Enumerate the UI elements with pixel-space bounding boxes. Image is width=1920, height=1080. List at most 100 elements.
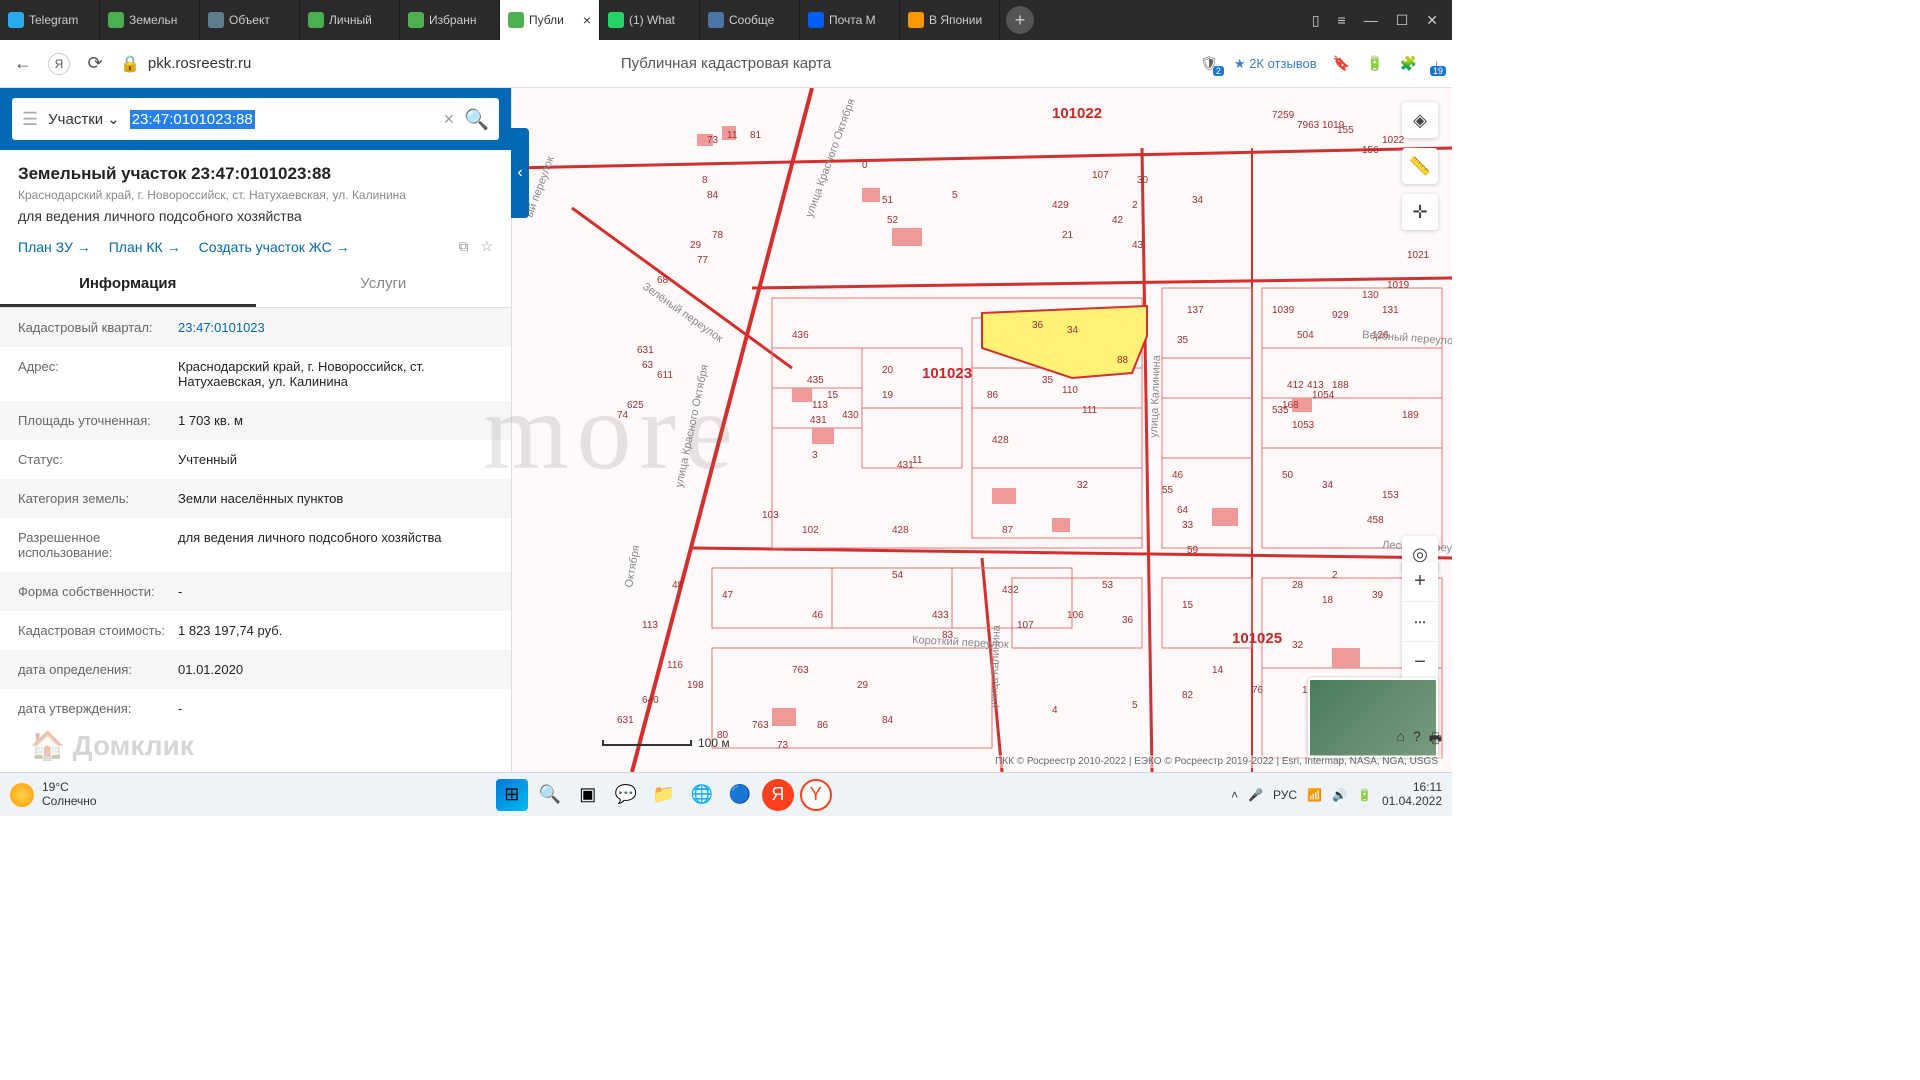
reload-icon[interactable]: ⟳ xyxy=(84,53,106,75)
plan-kk-link[interactable]: План КК → xyxy=(109,239,181,255)
clear-search-icon[interactable]: × xyxy=(444,109,455,130)
browser-tab[interactable]: Личный xyxy=(300,0,400,40)
extension-icon[interactable]: 🧩 xyxy=(1400,55,1417,72)
svg-text:73: 73 xyxy=(707,135,719,146)
info-key: Разрешенное использование: xyxy=(18,530,178,560)
lang-indicator[interactable]: РУС xyxy=(1273,788,1297,802)
shield-icon[interactable]: 🛡 xyxy=(1200,55,1218,72)
start-icon[interactable]: ⊞ xyxy=(496,779,528,811)
menu-icon[interactable]: ≡ xyxy=(1338,12,1346,28)
info-key: Адрес: xyxy=(18,359,178,389)
page-title: Публичная кадастровая карта xyxy=(621,55,831,72)
copy-icon[interactable]: ⧉ xyxy=(458,238,468,255)
info-key: Кадастровая стоимость: xyxy=(18,623,178,638)
minimize-icon[interactable]: — xyxy=(1364,12,1378,28)
explorer-icon[interactable]: 📁 xyxy=(648,779,680,811)
info-key: дата утверждения: xyxy=(18,701,178,716)
tab-info[interactable]: Информация xyxy=(0,263,256,307)
wifi-icon[interactable]: 📶 xyxy=(1307,788,1322,802)
info-key: Площадь уточненная: xyxy=(18,413,178,428)
print-icon[interactable]: 🖶 xyxy=(1429,728,1442,752)
browser-tab[interactable]: Земельн xyxy=(100,0,200,40)
ruler-icon[interactable]: 📏 xyxy=(1402,148,1438,184)
plan-zu-link[interactable]: План ЗУ → xyxy=(18,239,91,255)
chrome-icon[interactable]: 🔵 xyxy=(724,779,756,811)
svg-text:87: 87 xyxy=(1002,525,1014,536)
weather-widget[interactable]: 19°CСолнечно xyxy=(10,781,97,807)
locate-icon[interactable]: ✛ xyxy=(1402,194,1438,230)
svg-text:15: 15 xyxy=(1182,600,1194,611)
svg-text:1019: 1019 xyxy=(1322,120,1345,131)
bookmark-icon[interactable]: 🔖 xyxy=(1333,55,1350,72)
info-val[interactable]: 23:47:0101023 xyxy=(178,320,493,335)
battery-tray-icon[interactable]: 🔋 xyxy=(1357,788,1372,802)
home-icon[interactable]: ⌂ xyxy=(1397,728,1405,752)
info-val: Учтенный xyxy=(178,452,493,467)
browser-tab[interactable]: (1) What xyxy=(600,0,700,40)
search-type-dropdown[interactable]: Участки ⌄ xyxy=(48,110,120,128)
svg-text:73: 73 xyxy=(777,740,789,751)
yandex-red-icon[interactable]: Я xyxy=(762,779,794,811)
clock[interactable]: 16:11 01.04.2022 xyxy=(1382,781,1442,807)
edge-icon[interactable]: 🌐 xyxy=(686,779,718,811)
chevron-up-icon[interactable]: ˄ xyxy=(1231,788,1238,802)
reviews-link[interactable]: ★ 2К отзывов xyxy=(1234,56,1317,72)
zoom-out-button[interactable]: − xyxy=(1402,642,1438,682)
help-icon[interactable]: ? xyxy=(1413,728,1421,752)
browser-tab[interactable]: Telegram xyxy=(0,0,100,40)
downloads-icon[interactable]: ↓ xyxy=(1433,56,1440,72)
collapse-sidebar-button[interactable]: ‹ xyxy=(511,128,529,218)
browser-tab[interactable]: Почта M xyxy=(800,0,900,40)
zoom-reset-button[interactable]: ⋯ xyxy=(1402,602,1438,642)
zoom-in-button[interactable]: + xyxy=(1402,562,1438,602)
cadastral-map[interactable]: 731181 82968 05152 58478 77435431 32019 … xyxy=(512,88,1452,772)
svg-text:111: 111 xyxy=(1082,405,1098,416)
browser-tab[interactable]: В Японии xyxy=(900,0,1000,40)
search-input[interactable]: 23:47:0101023:88 xyxy=(130,110,255,129)
svg-text:106: 106 xyxy=(1067,610,1084,621)
browser-tab[interactable]: Избранн xyxy=(400,0,500,40)
svg-text:130: 130 xyxy=(1362,290,1379,301)
yandex-icon[interactable]: Я xyxy=(48,53,70,75)
yandex-browser-icon[interactable]: Y xyxy=(800,779,832,811)
svg-text:39: 39 xyxy=(1372,590,1384,601)
back-icon[interactable]: ← xyxy=(12,53,34,75)
maximize-icon[interactable]: ☐ xyxy=(1396,12,1409,29)
svg-text:102: 102 xyxy=(802,525,819,536)
sidebar-toggle-icon[interactable]: ▯ xyxy=(1312,12,1320,29)
search-taskbar-icon[interactable]: 🔍 xyxy=(534,779,566,811)
svg-text:436: 436 xyxy=(792,330,809,341)
svg-text:101022: 101022 xyxy=(1052,105,1102,122)
browser-tab-active[interactable]: Публи× xyxy=(500,0,600,40)
parcel-address: Краснодарский край, г. Новороссийск, ст.… xyxy=(18,188,493,202)
favorite-icon[interactable]: ☆ xyxy=(480,238,493,255)
svg-text:84: 84 xyxy=(882,715,894,726)
volume-icon[interactable]: 🔊 xyxy=(1332,788,1347,802)
search-icon[interactable]: 🔍 xyxy=(464,107,489,132)
svg-text:188: 188 xyxy=(1332,380,1349,391)
browser-tab[interactable]: Объект xyxy=(200,0,300,40)
mic-icon[interactable]: 🎤 xyxy=(1248,788,1263,802)
close-window-icon[interactable]: ✕ xyxy=(1426,12,1438,29)
info-key: Форма собственности: xyxy=(18,584,178,599)
tab-services[interactable]: Услуги xyxy=(256,263,512,307)
info-table: Кадастровый квартал:23:47:0101023 Адрес:… xyxy=(0,308,511,772)
close-icon[interactable]: × xyxy=(583,12,591,28)
svg-text:46: 46 xyxy=(812,610,824,621)
layers-icon[interactable]: ◈ xyxy=(1402,102,1438,138)
svg-text:428: 428 xyxy=(892,525,909,536)
teams-icon[interactable]: 💬 xyxy=(610,779,642,811)
svg-text:131: 131 xyxy=(1382,305,1399,316)
svg-text:78: 78 xyxy=(712,230,724,241)
url-box[interactable]: 🔒 pkk.rosreestr.ru xyxy=(120,54,251,74)
svg-text:81: 81 xyxy=(750,130,762,141)
browser-tab[interactable]: Сообще xyxy=(700,0,800,40)
create-parcel-link[interactable]: Создать участок ЖС → xyxy=(199,239,350,255)
taskview-icon[interactable]: ▣ xyxy=(572,779,604,811)
hamburger-icon[interactable]: ☰ xyxy=(22,109,38,130)
new-tab-button[interactable]: + xyxy=(1006,6,1034,34)
svg-text:458: 458 xyxy=(1367,515,1384,526)
info-val: 01.01.2020 xyxy=(178,662,493,677)
svg-text:433: 433 xyxy=(932,610,949,621)
svg-text:5: 5 xyxy=(952,190,958,201)
